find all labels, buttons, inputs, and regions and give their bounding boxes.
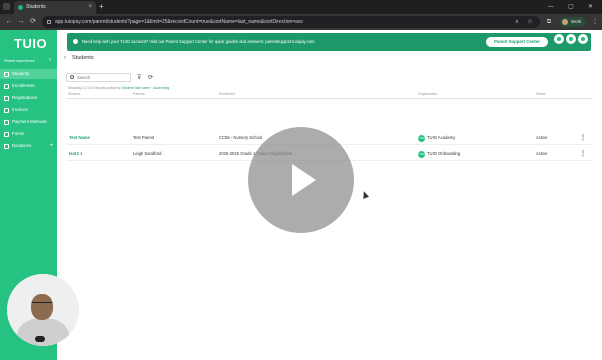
tab-title: Students bbox=[26, 4, 46, 10]
sidebar-item-label: Donations bbox=[12, 143, 32, 148]
screen: Students × + — ▢ ✕ ← → ⟳ app.tuiopay.com… bbox=[0, 0, 602, 360]
search-placeholder: Search bbox=[77, 75, 91, 80]
minimize-icon[interactable]: — bbox=[548, 0, 554, 14]
column-header-parents[interactable]: Parents bbox=[133, 92, 145, 96]
enrollment-name: CC56 - Nursery School bbox=[219, 135, 263, 140]
column-header-status[interactable]: Status bbox=[536, 92, 546, 96]
sidebar-item-registrations[interactable]: Registrations bbox=[0, 93, 57, 103]
webcam-bubble bbox=[7, 274, 79, 346]
sidebar-item-label: Payment Methods bbox=[12, 119, 47, 124]
sidebar-item-label: Forms bbox=[12, 131, 25, 136]
tuio-logo[interactable]: TUIO bbox=[14, 36, 47, 51]
organization-logo-icon: TUIO bbox=[418, 150, 425, 158]
student-name-link[interactable]: test3 1 bbox=[69, 147, 82, 161]
row-menu-icon[interactable]: ⋮ bbox=[580, 147, 586, 161]
registrations-icon bbox=[4, 95, 9, 101]
sidebar-item-forms[interactable]: Forms bbox=[0, 129, 57, 139]
bookmark-star-icon[interactable]: ☆ bbox=[525, 17, 535, 27]
sidebar-item-enrollments[interactable]: Enrollments bbox=[0, 81, 57, 91]
row-menu-icon[interactable]: ⋮ bbox=[580, 131, 586, 145]
url-text: app.tuiopay.com/parent/students?page=1&l… bbox=[55, 19, 303, 25]
profile-button[interactable]: Work bbox=[560, 17, 586, 27]
maximize-icon[interactable]: ▢ bbox=[568, 0, 574, 14]
tab-search-icon[interactable] bbox=[3, 3, 10, 10]
sidebar-item-students[interactable]: Students bbox=[0, 69, 57, 79]
extensions-icon[interactable]: ⧉ bbox=[544, 17, 554, 27]
parent-support-center-button[interactable]: Parent Support Center bbox=[486, 37, 548, 47]
tab-close-icon[interactable]: × bbox=[88, 1, 92, 14]
students-icon bbox=[4, 71, 9, 77]
credit-card-icon bbox=[4, 119, 9, 125]
search-icon bbox=[70, 75, 74, 79]
browser-tabstrip: Students × + — ▢ ✕ bbox=[0, 0, 602, 14]
reload-icon[interactable]: ⟳ bbox=[28, 16, 38, 28]
info-icon bbox=[73, 39, 78, 44]
back-icon[interactable]: ← bbox=[4, 16, 14, 28]
new-tab-button[interactable]: + bbox=[99, 1, 104, 13]
sidebar-item-payment-methods[interactable]: Payment Methods bbox=[0, 117, 57, 127]
microphone-icon bbox=[35, 336, 45, 342]
profile-name: Work bbox=[571, 19, 582, 24]
banner-text: Need help with your TUIO account? Visit … bbox=[82, 39, 315, 44]
browser-menu-icon[interactable]: ⋮ bbox=[590, 17, 600, 27]
zoom-icon[interactable]: ⌕ bbox=[512, 17, 522, 27]
results-count: Showing 1-2 of 2 results sorted by bbox=[68, 86, 121, 90]
presenter-head bbox=[31, 294, 53, 320]
status-badge: Active bbox=[536, 151, 548, 156]
mail-icon[interactable] bbox=[566, 34, 576, 44]
filter-icon[interactable]: ⊽ bbox=[137, 74, 141, 81]
organization-logo-icon: TUIO bbox=[418, 134, 425, 142]
back-arrow-icon[interactable]: ‹ bbox=[64, 55, 66, 61]
page-title: Students bbox=[72, 55, 94, 61]
forward-icon[interactable]: → bbox=[16, 16, 26, 28]
enrollments-icon bbox=[4, 83, 9, 89]
expand-plus-icon[interactable]: + bbox=[49, 141, 53, 151]
organization-name: TUIO Academy bbox=[427, 135, 456, 140]
column-header-organization[interactable]: Organization bbox=[418, 92, 437, 96]
video-play-button[interactable] bbox=[248, 127, 354, 233]
results-summary: Showing 1-2 of 2 results sorted by Stude… bbox=[68, 86, 169, 90]
header-divider bbox=[66, 98, 593, 99]
sidebar-item-label: Registrations bbox=[12, 95, 38, 100]
sidebar-item-invoices[interactable]: Invoices bbox=[0, 105, 57, 115]
sidebar-item-donations[interactable]: Donations + bbox=[0, 141, 57, 151]
support-banner: Need help with your TUIO account? Visit … bbox=[67, 33, 591, 51]
column-header-enrollment[interactable]: Enrollment bbox=[219, 92, 235, 96]
site-info-icon[interactable] bbox=[47, 20, 51, 24]
sidebar-item-label: Enrollments bbox=[12, 83, 35, 88]
column-header-student[interactable]: Student bbox=[68, 92, 80, 96]
presenter-glasses bbox=[32, 302, 52, 306]
parent-name: Leigh Sandford bbox=[133, 151, 162, 156]
refresh-icon[interactable]: ⟳ bbox=[148, 74, 153, 81]
address-bar[interactable]: app.tuiopay.com/parent/students?page=1&l… bbox=[42, 16, 540, 28]
dollar-icon bbox=[4, 143, 9, 149]
sort-link[interactable]: Student last name · Ascending bbox=[122, 86, 169, 90]
organization-name: TUIO Onboarding bbox=[427, 151, 461, 156]
collapse-sidebar-icon[interactable]: ‹ bbox=[49, 57, 51, 63]
invoices-icon bbox=[4, 107, 9, 113]
parent-name: Test Parent bbox=[133, 135, 155, 140]
user-menu-icon[interactable] bbox=[578, 34, 588, 44]
window-close-icon[interactable]: ✕ bbox=[588, 0, 593, 14]
browser-toolbar: ← → ⟳ app.tuiopay.com/parent/students?pa… bbox=[0, 14, 602, 30]
search-input[interactable]: Search bbox=[66, 73, 131, 82]
browser-tab[interactable]: Students × bbox=[14, 1, 96, 14]
student-name-link[interactable]: Test Name bbox=[69, 131, 90, 145]
avatar bbox=[562, 19, 568, 25]
portal-label: Parent experience bbox=[4, 59, 35, 63]
tuio-favicon-icon bbox=[18, 5, 23, 10]
forms-icon bbox=[4, 131, 9, 137]
sidebar-item-label: Invoices bbox=[12, 107, 28, 112]
sidebar-item-label: Students bbox=[12, 71, 29, 76]
chat-icon[interactable] bbox=[554, 34, 564, 44]
status-badge: Active bbox=[536, 135, 548, 140]
play-icon bbox=[292, 164, 316, 196]
